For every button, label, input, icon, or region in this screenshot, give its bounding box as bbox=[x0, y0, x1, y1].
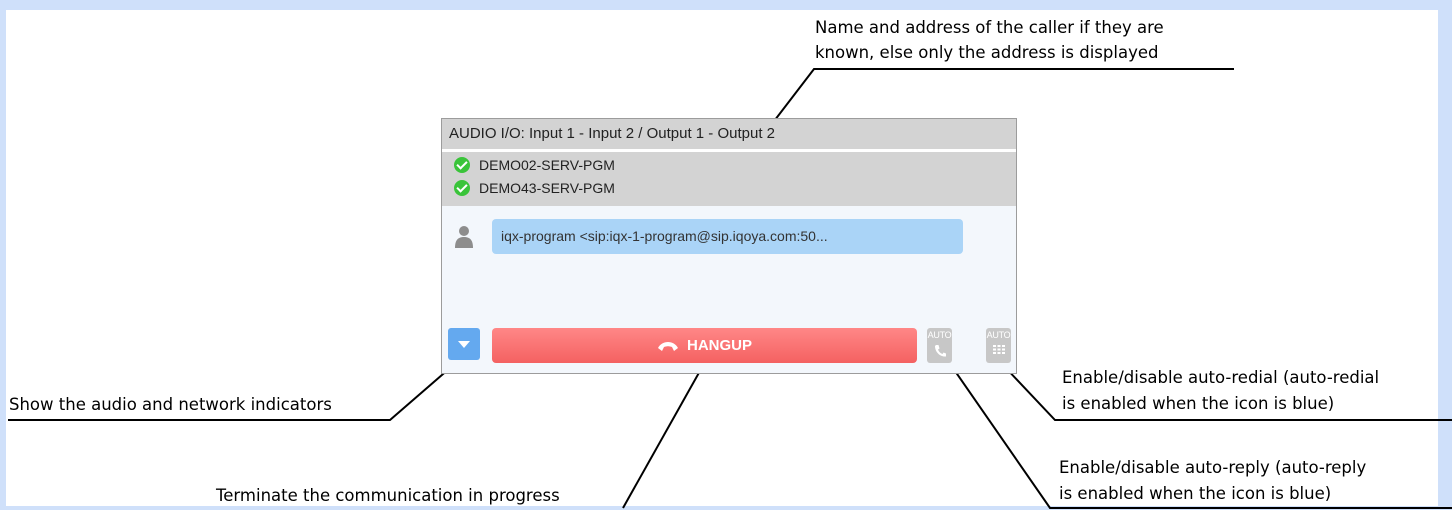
caller-display: iqx-program <sip:iqx-1-program@sip.iqoya… bbox=[492, 219, 963, 254]
codec-name: DEMO02-SERV-PGM bbox=[479, 157, 615, 173]
caller-callout-line1: Name and address of the caller if they a… bbox=[815, 18, 1164, 37]
auto-redial-label: AUTO bbox=[986, 330, 1011, 340]
redial-callout-line2: is enabled when the icon is blue) bbox=[1062, 394, 1335, 413]
codec-list: DEMO02-SERV-PGM DEMO43-SERV-PGM bbox=[442, 152, 1016, 206]
user-icon bbox=[455, 226, 473, 248]
phone-hangup-icon bbox=[657, 341, 678, 351]
reply-callout-line2: is enabled when the icon is blue) bbox=[1059, 484, 1332, 503]
check-circle-icon bbox=[454, 180, 470, 196]
phone-icon bbox=[934, 345, 946, 357]
hangup-callout: Terminate the communication in progress bbox=[216, 486, 560, 505]
auto-reply-label: AUTO bbox=[927, 330, 952, 340]
check-circle-icon bbox=[454, 157, 470, 173]
reply-callout-line1: Enable/disable auto-reply (auto-reply bbox=[1059, 458, 1367, 477]
caller-callout-line2: known, else only the address is displaye… bbox=[815, 43, 1159, 62]
call-panel: AUDIO I/O: Input 1 - Input 2 / Output 1 … bbox=[441, 118, 1017, 374]
hangup-button[interactable]: HANGUP bbox=[492, 328, 917, 363]
show-indicators-button[interactable] bbox=[448, 328, 480, 360]
hangup-label: HANGUP bbox=[686, 337, 752, 354]
codec-item: DEMO02-SERV-PGM bbox=[454, 154, 615, 176]
redial-callout-line1: Enable/disable auto-redial (auto-redial bbox=[1062, 368, 1380, 387]
codec-name: DEMO43-SERV-PGM bbox=[479, 180, 615, 196]
auto-redial-button[interactable]: AUTO bbox=[986, 328, 1011, 363]
audio-io-header: AUDIO I/O: Input 1 - Input 2 / Output 1 … bbox=[442, 119, 1016, 149]
codec-item: DEMO43-SERV-PGM bbox=[454, 177, 615, 199]
auto-reply-button[interactable]: AUTO bbox=[927, 328, 952, 363]
keypad-icon bbox=[992, 345, 1005, 354]
indicators-callout: Show the audio and network indicators bbox=[9, 395, 332, 414]
hangup-leader-line bbox=[622, 361, 706, 509]
